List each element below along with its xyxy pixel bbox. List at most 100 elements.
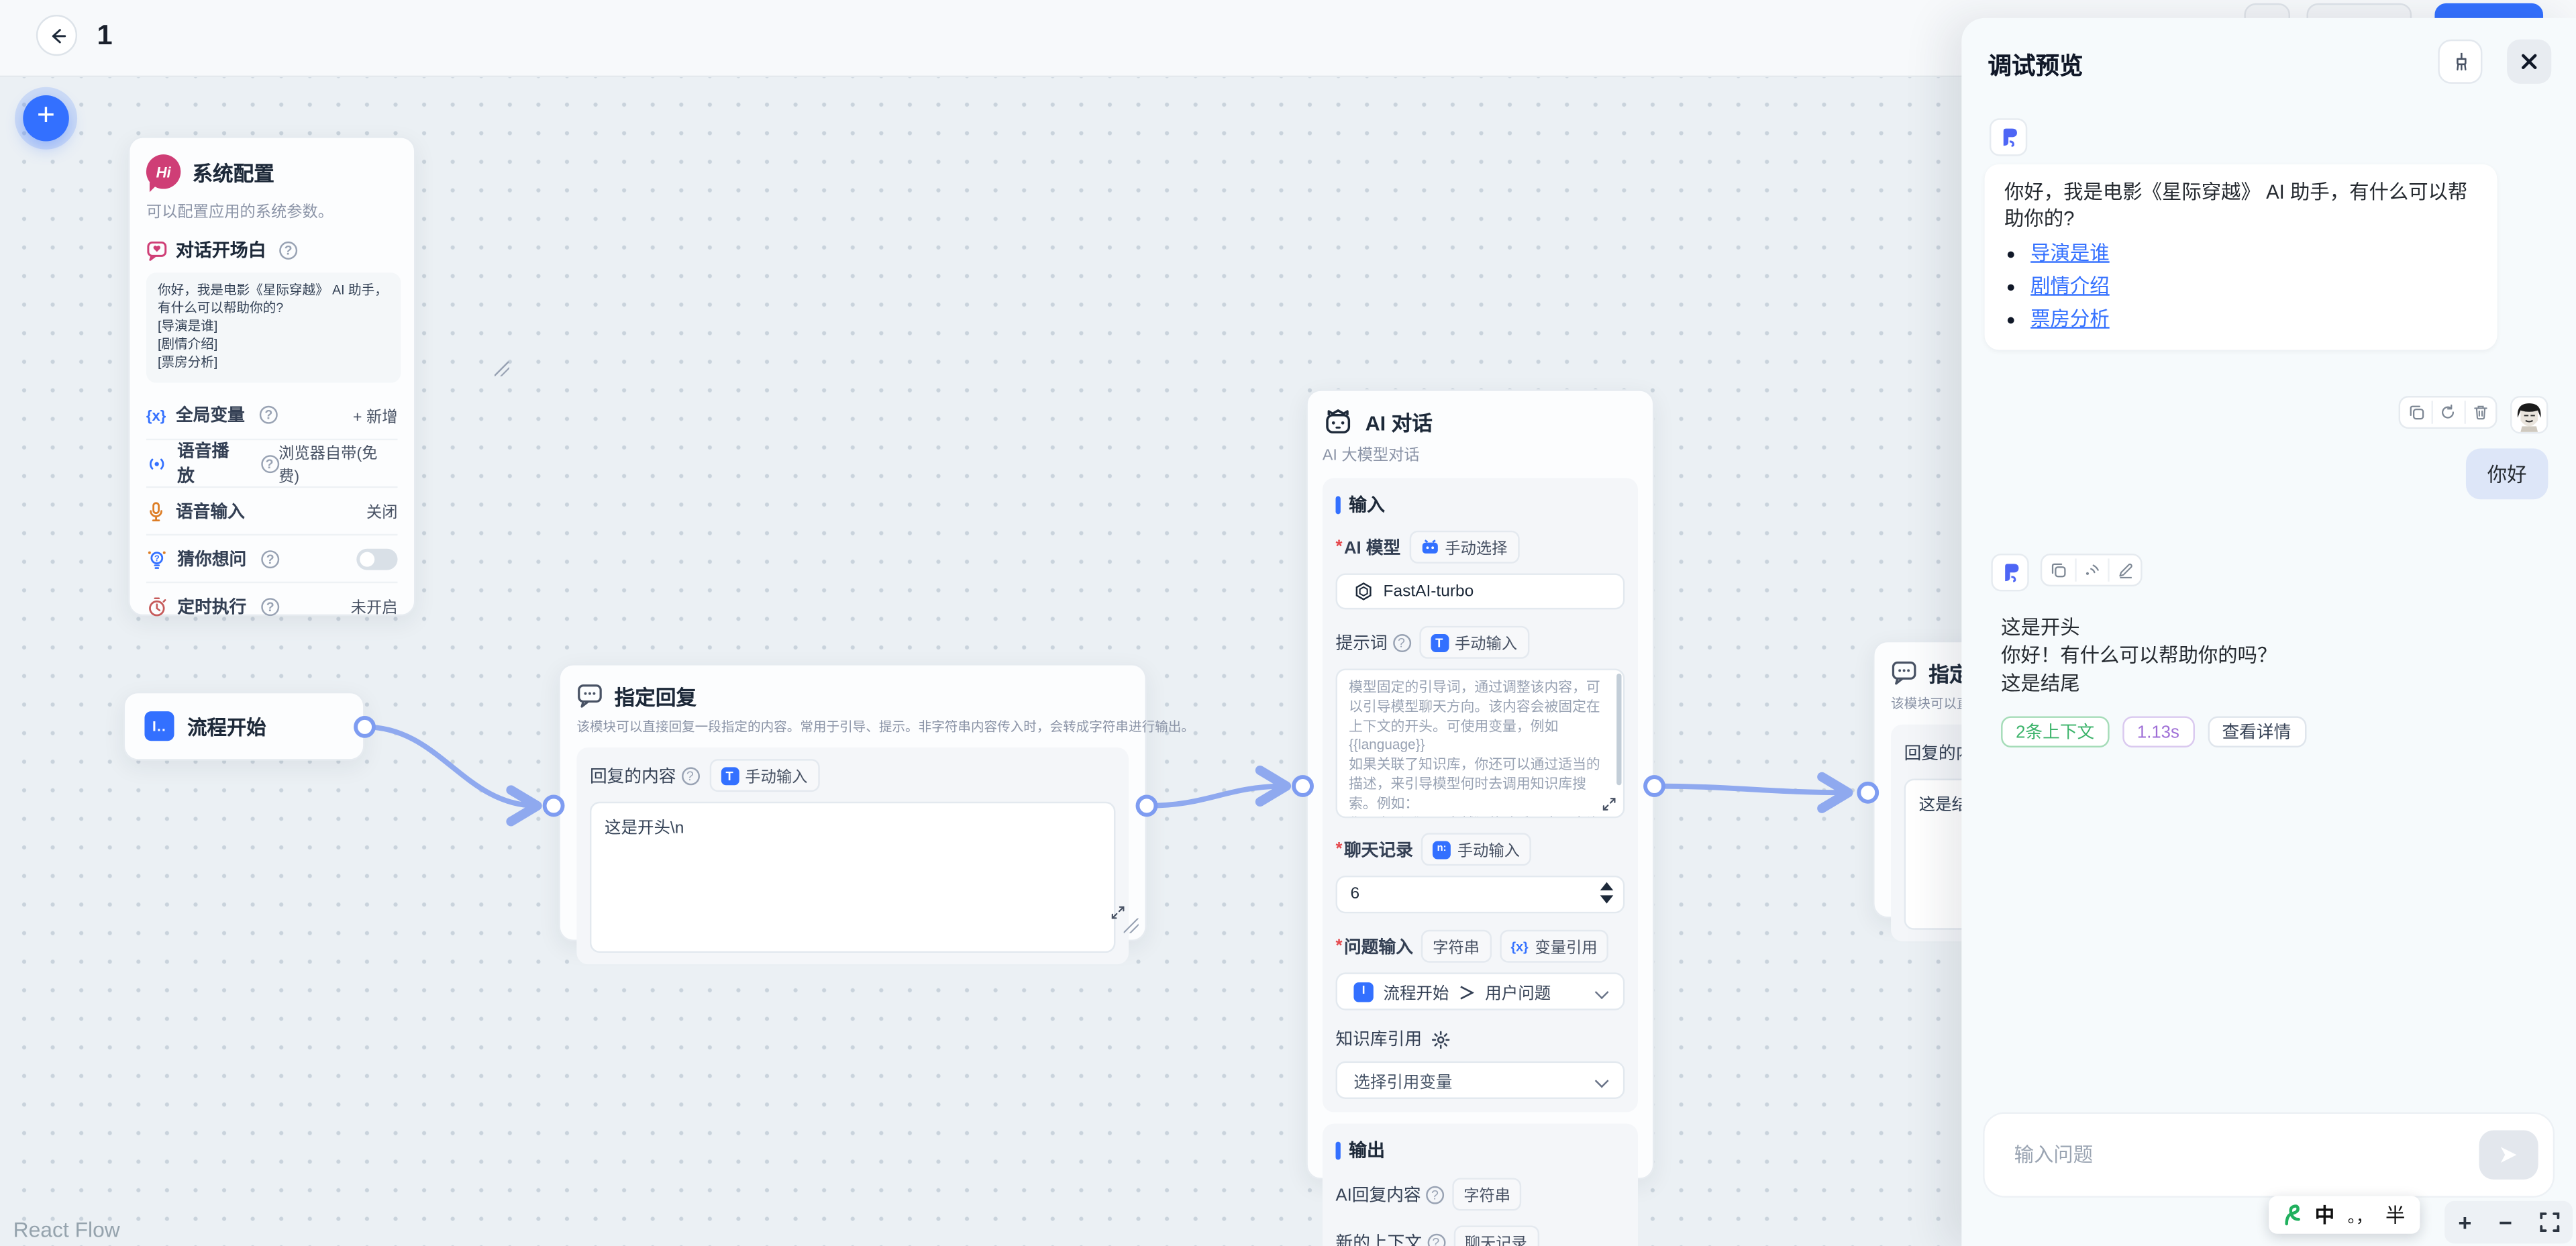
- ai-chat-node[interactable]: AI 对话 AI 大模型对话 输入 *AI 模型 手动选择 FastAI-tur…: [1306, 389, 1654, 1180]
- opening-label: 对话开场白: [176, 237, 266, 263]
- sound-icon: [2083, 562, 2101, 578]
- ime-status-bar[interactable]: 中 。， 半: [2269, 1196, 2420, 1233]
- help-icon: ?: [1426, 1185, 1444, 1203]
- resize-handle[interactable]: [1124, 919, 1139, 933]
- copy-button[interactable]: [2042, 558, 2075, 581]
- hi-chat-icon: Hi: [146, 154, 181, 189]
- help-icon: ?: [1392, 633, 1410, 652]
- copy-button[interactable]: [2400, 401, 2432, 423]
- opening-textarea[interactable]: 你好，我是电影《星际穿越》 AI 助手，有什么可以帮助你的? [导演是谁] [剧…: [146, 272, 401, 382]
- broom-icon: [2449, 51, 2471, 72]
- resize-handle[interactable]: [495, 362, 509, 376]
- canvas-zoom-controls: + −: [2444, 1201, 2573, 1244]
- text-input-icon: T: [1430, 633, 1448, 652]
- variable-icon: {x}: [1511, 939, 1529, 953]
- config-row-tts[interactable]: 语音播放? 浏览器自带(免费): [146, 439, 398, 486]
- config-row-guess-ask[interactable]: ? 猜你想问?: [146, 534, 398, 582]
- response-time-badge[interactable]: 1.13s: [2122, 716, 2194, 747]
- zoom-out-button[interactable]: −: [2499, 1210, 2512, 1233]
- history-count-input[interactable]: 6: [1336, 876, 1625, 913]
- view-detail-button[interactable]: 查看详情: [2207, 716, 2306, 747]
- history-type-badge: 聊天记录: [1453, 1225, 1539, 1246]
- flow-start-node[interactable]: I.. 流程开始: [123, 692, 365, 761]
- help-icon: ?: [261, 597, 279, 615]
- node-description: 该模块可以直接回复一段指定的内容。常用于引导、提示。非字符串内容传入时，会转成字…: [576, 718, 1129, 736]
- chat-input[interactable]: [2014, 1114, 2458, 1196]
- quick-question-item[interactable]: 剧情介绍: [2030, 274, 2477, 299]
- speech-bubble-icon: [1891, 660, 1917, 685]
- gear-icon[interactable]: [1430, 1029, 1449, 1049]
- edge-start-to-reply[interactable]: [365, 726, 537, 805]
- variables-icon: {x}: [146, 407, 166, 423]
- textarea-scrollbar[interactable]: [1616, 674, 1622, 785]
- ime-punct-mode[interactable]: 。，: [2348, 1202, 2373, 1227]
- context-count-badge[interactable]: 2条上下文: [2001, 716, 2109, 747]
- config-row-variables[interactable]: {x}全局变量? + 新增: [146, 391, 398, 439]
- node-description: AI 大模型对话: [1323, 442, 1638, 465]
- node-title: 指定回复: [615, 680, 697, 712]
- send-icon: [2497, 1143, 2520, 1166]
- model-logo-icon: [1353, 582, 1373, 601]
- reactflow-attribution: React Flow: [13, 1216, 120, 1241]
- manual-input-badge[interactable]: n:手动输入: [1421, 833, 1531, 866]
- delete-button[interactable]: [2464, 401, 2495, 423]
- number-stepper[interactable]: [1600, 882, 1614, 904]
- chat-heart-icon: [146, 239, 168, 260]
- help-icon: ?: [279, 241, 297, 259]
- user-avatar-image: [2512, 396, 2546, 433]
- ime-lang-mode[interactable]: 中: [2315, 1201, 2334, 1229]
- chevron-down-icon: [1595, 985, 1609, 999]
- question-source-select[interactable]: I 流程开始 ＞ 用户问题: [1336, 972, 1625, 1010]
- system-config-node[interactable]: Hi 系统配置 可以配置应用的系统参数。 对话开场白 ? 你好，我是电影《星际穿…: [128, 136, 415, 616]
- back-button[interactable]: [36, 15, 77, 56]
- tts-play-button[interactable]: [2075, 558, 2108, 581]
- add-node-button[interactable]: +: [23, 95, 69, 141]
- zoom-in-button[interactable]: +: [2458, 1210, 2471, 1233]
- copy-icon: [2051, 562, 2067, 578]
- fit-view-icon[interactable]: [2539, 1212, 2559, 1232]
- fastgpt-logo-icon: [1996, 125, 2021, 150]
- edge-reply-to-ai[interactable]: [1147, 785, 1286, 804]
- help-icon: ?: [1427, 1233, 1445, 1246]
- copy-icon: [2408, 404, 2424, 420]
- refresh-icon: [2440, 404, 2457, 420]
- help-icon: ?: [681, 766, 699, 784]
- close-panel-button[interactable]: [2507, 40, 2551, 84]
- prompt-textarea[interactable]: 模型固定的引导词，通过调整该内容，可以引导模型聊天方向。该内容会被固定在上下文的…: [1336, 668, 1625, 818]
- node-title: 系统配置: [192, 156, 274, 188]
- input-section-label: 输入: [1349, 491, 1385, 517]
- output-section-label: 输出: [1349, 1137, 1385, 1163]
- bulb-icon: ?: [146, 548, 168, 570]
- model-select[interactable]: FastAI-turbo: [1336, 573, 1625, 609]
- arrow-left-icon: [47, 25, 66, 45]
- add-variable-button[interactable]: + 新增: [353, 403, 398, 426]
- config-row-voice-input[interactable]: 语音输入 关闭: [146, 486, 398, 534]
- variable-ref-badge[interactable]: {x}变量引用: [1499, 930, 1608, 963]
- bot-avatar: [1990, 118, 2027, 156]
- guess-ask-toggle[interactable]: [356, 548, 397, 570]
- manual-select-badge[interactable]: 手动选择: [1408, 531, 1518, 564]
- manual-input-badge[interactable]: T手动输入: [1419, 626, 1529, 659]
- send-button[interactable]: [2479, 1130, 2538, 1179]
- chat-input-box[interactable]: [1985, 1114, 2553, 1196]
- svg-text:?: ?: [154, 552, 160, 562]
- edit-button[interactable]: [2108, 558, 2141, 581]
- mic-icon: [146, 501, 166, 522]
- ime-width-mode[interactable]: 半: [2385, 1201, 2405, 1229]
- quick-question-item[interactable]: 导演是谁: [2030, 242, 2477, 266]
- welcome-message-card: 你好，我是电影《星际穿越》 AI 助手，有什么可以帮助你的? 导演是谁 剧情介绍…: [1985, 164, 2497, 350]
- reply-node-left[interactable]: 指定回复 该模块可以直接回复一段指定的内容。常用于引导、提示。非字符串内容传入时…: [558, 664, 1147, 941]
- quick-question-item[interactable]: 票房分析: [2030, 307, 2477, 332]
- edge-ai-to-reply[interactable]: [1654, 785, 1848, 792]
- panel-title: 调试预览: [1988, 48, 2083, 82]
- config-row-schedule[interactable]: 定时执行? 未开启: [146, 582, 398, 629]
- help-icon: ?: [260, 454, 278, 472]
- retry-button[interactable]: [2432, 401, 2463, 423]
- clear-chat-button[interactable]: [2438, 40, 2482, 84]
- reply-content-textarea[interactable]: 这是开头\n: [590, 802, 1115, 953]
- expand-icon[interactable]: [1602, 796, 1616, 811]
- page-title: 1: [97, 19, 112, 52]
- voice-play-icon: [146, 453, 168, 474]
- manual-input-badge[interactable]: T手动输入: [709, 759, 819, 792]
- kb-ref-select[interactable]: 选择引用变量: [1336, 1061, 1625, 1099]
